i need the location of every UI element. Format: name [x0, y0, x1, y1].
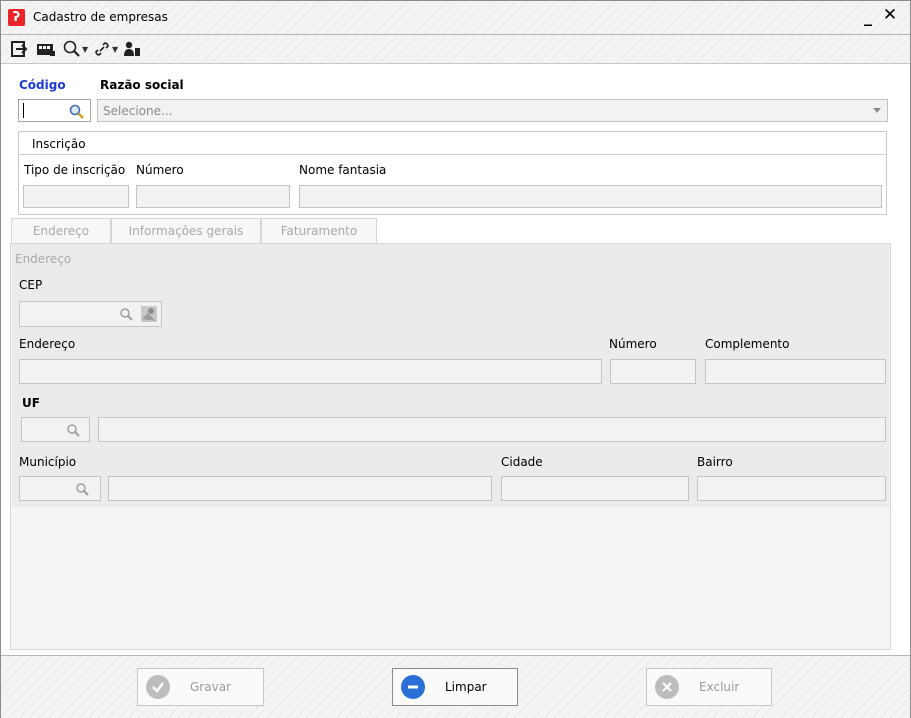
cep-label: CEP	[19, 278, 43, 292]
cep-field[interactable]	[19, 301, 162, 327]
inscricao-header: Inscrição	[19, 132, 886, 155]
gravar-button[interactable]: Gravar	[137, 668, 264, 706]
tab-endereco[interactable]: Endereço	[11, 218, 111, 243]
tipo-inscricao-field[interactable]	[23, 185, 129, 208]
bairro-field[interactable]	[697, 476, 886, 501]
gravar-label: Gravar	[190, 680, 231, 694]
razao-social-select[interactable]: Selecione...	[97, 99, 888, 122]
excluir-label: Excluir	[699, 680, 740, 694]
search-icon[interactable]	[75, 482, 90, 497]
nome-fantasia-label: Nome fantasia	[299, 163, 387, 177]
inscricao-group: Inscrição Tipo de inscrição Número Nome …	[18, 131, 887, 215]
tab-faturamento[interactable]: Faturamento	[261, 218, 377, 243]
excluir-button[interactable]: Excluir	[646, 668, 772, 706]
uf-name-field[interactable]	[98, 417, 886, 442]
limpar-button[interactable]: Limpar	[392, 668, 518, 706]
cidade-field[interactable]	[501, 476, 689, 501]
municipio-label: Município	[19, 455, 77, 469]
map-icon[interactable]	[140, 305, 158, 323]
dropdown-caret-icon[interactable]: ▼	[112, 45, 118, 54]
card-icon[interactable]	[36, 40, 56, 58]
minimize-button[interactable]: _	[860, 7, 876, 26]
codigo-input[interactable]	[18, 99, 91, 122]
complemento-field[interactable]	[705, 359, 886, 384]
text-cursor	[23, 103, 24, 118]
main-window: ʔ Cadastro de empresas _ ✕ ▼ ▼ Código Ra…	[0, 0, 911, 718]
razao-social-placeholder: Selecione...	[103, 104, 173, 118]
numero-endereco-label: Número	[609, 337, 657, 351]
complemento-label: Complemento	[705, 337, 790, 351]
search-icon[interactable]: ▼	[63, 40, 88, 58]
footer-bar: Gravar Limpar Excluir	[1, 655, 910, 718]
endereco-section-title: Endereço	[15, 252, 72, 266]
window-title: Cadastro de empresas	[33, 10, 168, 24]
exit-icon[interactable]	[10, 40, 28, 58]
municipio-name-field[interactable]	[108, 476, 492, 501]
numero-inscricao-field[interactable]	[136, 185, 290, 208]
nome-fantasia-field[interactable]	[299, 185, 882, 208]
check-icon	[146, 675, 170, 699]
tab-informacoes-gerais[interactable]: Informações gerais	[111, 218, 261, 243]
tipo-inscricao-label: Tipo de inscrição	[24, 163, 126, 177]
dropdown-caret-icon[interactable]: ▼	[82, 45, 88, 54]
uf-code-field[interactable]	[21, 417, 90, 442]
uf-label: UF	[22, 396, 40, 410]
tab-panel-endereco: Endereço CEP Endereço Número Complemento…	[10, 243, 891, 650]
endereco-label: Endereço	[19, 337, 76, 351]
endereco-field[interactable]	[19, 359, 602, 384]
bairro-label: Bairro	[697, 455, 733, 469]
municipio-code-field[interactable]	[19, 476, 101, 501]
link-icon[interactable]: ▼	[93, 40, 118, 58]
app-logo-icon: ʔ	[8, 9, 25, 26]
search-icon[interactable]	[68, 103, 85, 120]
inscricao-title: Inscrição	[32, 137, 86, 151]
close-circle-icon	[655, 675, 679, 699]
numero-endereco-field[interactable]	[610, 359, 696, 384]
razao-social-label: Razão social	[100, 78, 184, 92]
chevron-down-icon[interactable]	[873, 108, 881, 113]
codigo-label: Código	[19, 78, 66, 92]
cidade-label: Cidade	[501, 455, 543, 469]
minus-icon	[401, 675, 425, 699]
search-icon[interactable]	[119, 307, 134, 322]
toolbar: ▼ ▼	[1, 35, 910, 64]
user-icon[interactable]	[123, 40, 141, 58]
numero-label: Número	[136, 163, 184, 177]
limpar-label: Limpar	[445, 680, 487, 694]
search-icon[interactable]	[66, 423, 81, 438]
close-button[interactable]: ✕	[882, 5, 898, 25]
address-section: Endereço CEP Endereço Número Complemento…	[12, 244, 889, 507]
title-bar: ʔ Cadastro de empresas _ ✕	[1, 1, 910, 35]
